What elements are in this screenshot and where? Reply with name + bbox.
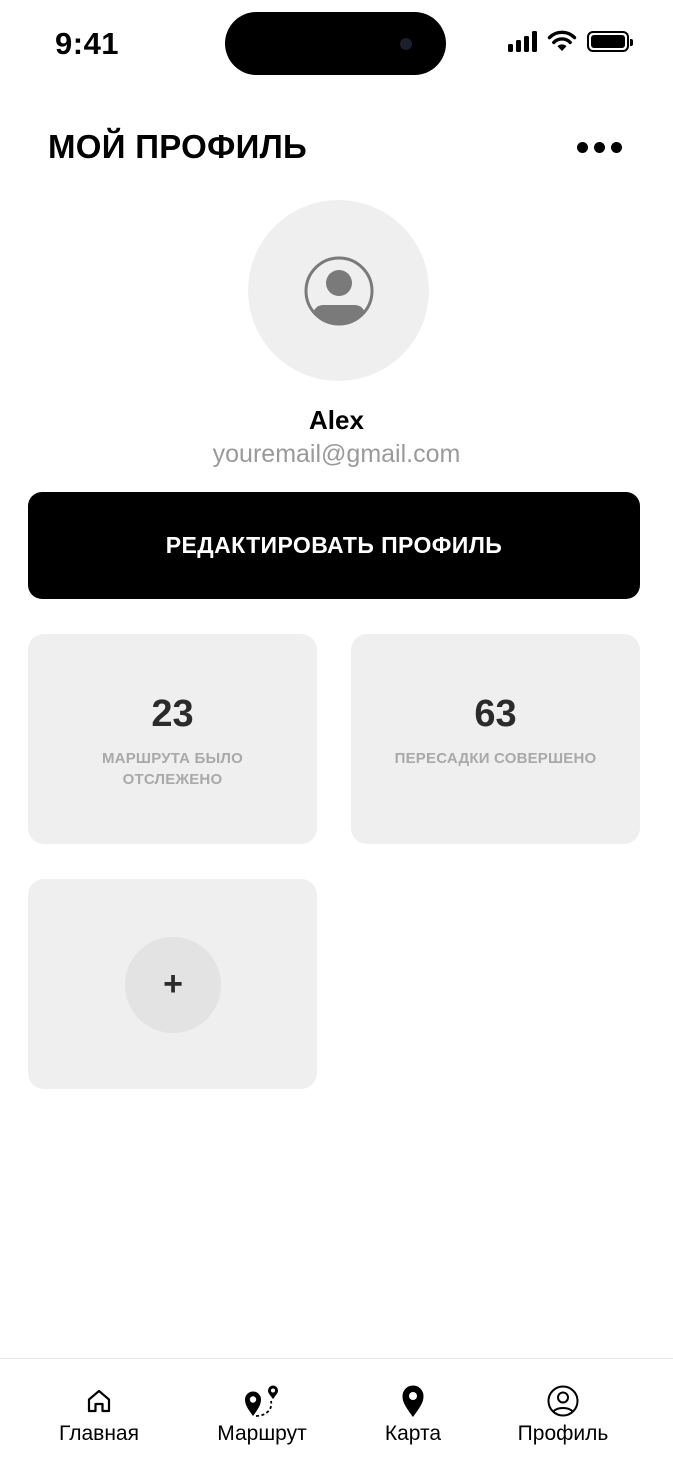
stat-label: МАРШРУТА БЫЛО ОТСЛЕЖЕНО	[101, 750, 244, 788]
tab-map[interactable]: Карта	[338, 1359, 488, 1463]
stat-card-routes: 23 МАРШРУТА БЫЛО ОТСЛЕЖЕНО	[28, 634, 317, 844]
battery-icon	[587, 30, 633, 52]
tab-label: Профиль	[517, 1422, 609, 1445]
camera-dot	[400, 38, 412, 50]
home-icon	[87, 1389, 111, 1413]
wifi-icon	[547, 30, 577, 51]
tab-label: Главная	[59, 1422, 139, 1445]
stat-label: ПЕРЕСАДКИ СОВЕРШЕНО	[394, 750, 597, 767]
tab-label: Карта	[384, 1422, 442, 1445]
user-circle-icon	[304, 256, 373, 325]
status-time: 9:41	[55, 26, 120, 61]
profile-screen: 9:41 МОЙ ПРОФИЛЬ Alex youremail@gmail.co…	[0, 0, 673, 1463]
tab-route[interactable]: Маршрут	[187, 1359, 337, 1463]
page-title: МОЙ ПРОФИЛЬ	[48, 128, 308, 165]
tab-profile[interactable]: Профиль	[488, 1359, 638, 1463]
stat-card-transfers: 63 ПЕРЕСАДКИ СОВЕРШЕНО	[351, 634, 640, 844]
stat-value: 23	[151, 693, 194, 735]
profile-icon	[547, 1385, 579, 1417]
tab-label: Маршрут	[217, 1422, 307, 1445]
add-button[interactable]: +	[125, 937, 221, 1033]
ellipsis-icon	[576, 141, 588, 153]
edit-profile-button[interactable]: РЕДАКТИРОВАТЬ ПРОФИЛЬ	[28, 492, 640, 599]
avatar[interactable]	[248, 200, 429, 381]
add-card[interactable]: +	[28, 879, 317, 1089]
tab-bar: Главная Маршрут Карта Профиль	[0, 1358, 673, 1463]
dynamic-island	[225, 12, 446, 75]
map-pin-icon	[402, 1385, 424, 1417]
user-email: youremail@gmail.com	[212, 440, 461, 468]
user-name: Alex	[309, 405, 364, 435]
tab-home[interactable]: Главная	[24, 1359, 174, 1463]
cellular-signal-icon	[508, 30, 537, 52]
stat-value: 63	[474, 693, 517, 735]
route-icon	[245, 1385, 278, 1417]
status-icons	[508, 30, 633, 52]
more-options-button[interactable]	[572, 132, 626, 162]
plus-icon: +	[163, 964, 183, 1003]
